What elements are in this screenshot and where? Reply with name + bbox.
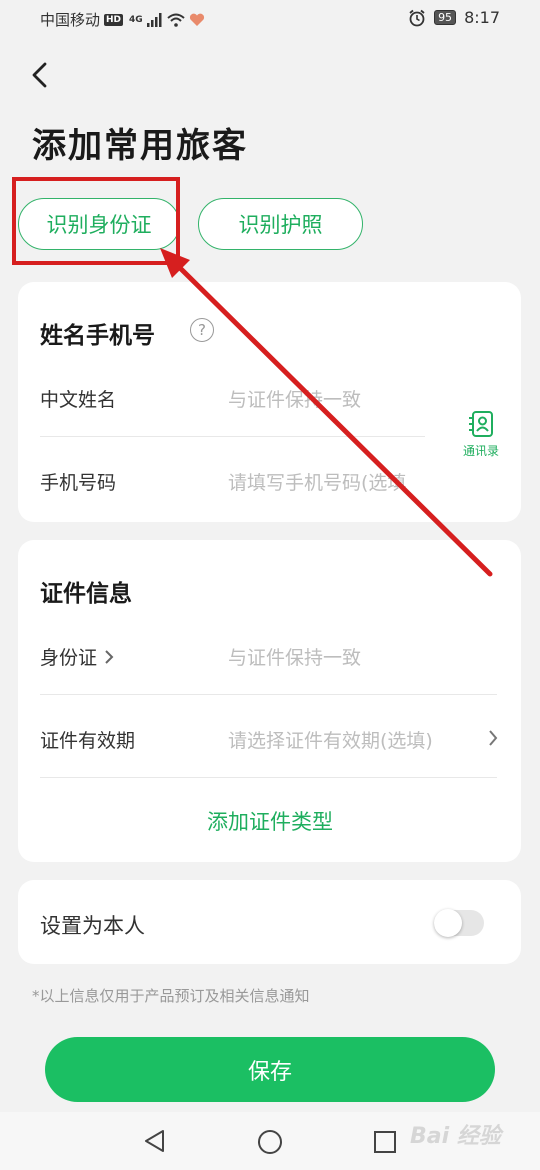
annotation-arrow <box>160 248 493 577</box>
